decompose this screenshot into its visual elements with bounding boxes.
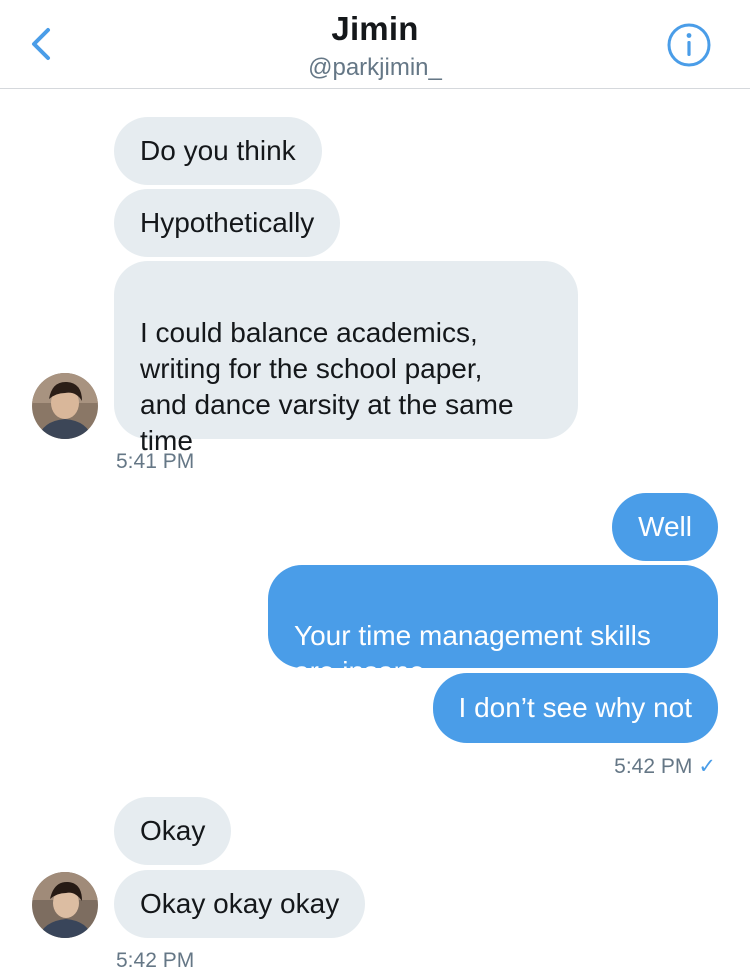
message-text: I don’t see why not — [458, 692, 692, 723]
contact-handle[interactable]: @parkjimin_ — [0, 54, 750, 82]
message-bubble-received[interactable]: Okay okay okay — [114, 870, 366, 938]
profile-photo — [32, 373, 98, 439]
message-text: Hypothetically — [140, 207, 315, 238]
message-bubble-received[interactable]: Okay — [114, 797, 232, 865]
message-bubble-received[interactable]: I could balance academics, writing for t… — [114, 261, 578, 456]
message-bubble-received[interactable]: Hypothetically — [114, 189, 341, 257]
message-text: I could balance academics, writing for t… — [140, 317, 514, 456]
avatar[interactable] — [32, 373, 98, 439]
conversation-header: Jimin @parkjimin_ — [0, 0, 750, 89]
message-bubble-sent[interactable]: Your time management skills are insane — [268, 565, 718, 687]
timestamp: 5:42 PM ✓ — [614, 754, 716, 779]
checkmark-icon: ✓ — [698, 755, 716, 778]
timestamp: 5:42 PM — [116, 949, 195, 972]
timestamp: 5:41 PM — [116, 450, 195, 473]
message-text: Do you think — [140, 135, 296, 166]
message-text: Okay — [140, 815, 206, 846]
message-bubble-sent[interactable]: I don’t see why not — [432, 673, 718, 743]
timestamp-text: 5:42 PM — [614, 755, 693, 778]
profile-photo — [32, 872, 98, 938]
message-bubble-sent[interactable]: Well — [612, 493, 718, 561]
message-bubble-received[interactable]: Do you think — [114, 117, 322, 185]
message-text: Well — [638, 511, 692, 542]
message-text: Okay okay okay — [140, 888, 340, 919]
info-icon — [667, 23, 711, 67]
contact-name[interactable]: Jimin — [0, 10, 750, 48]
info-button[interactable] — [664, 22, 714, 68]
avatar[interactable] — [32, 872, 98, 938]
